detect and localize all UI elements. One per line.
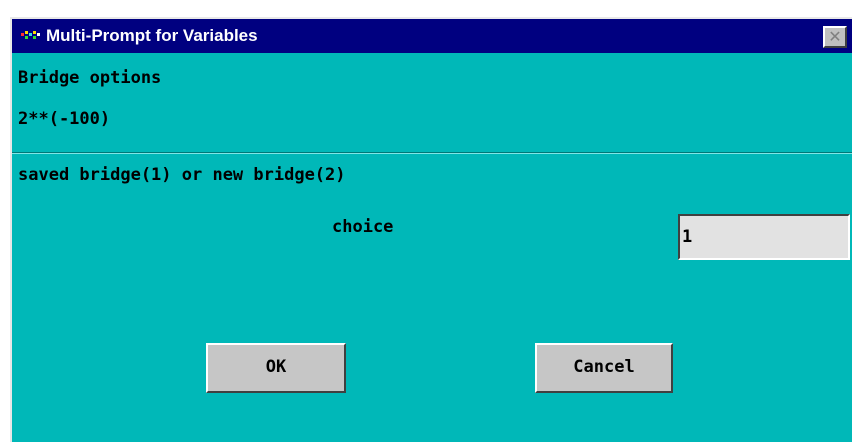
window-title: Multi-Prompt for Variables [46, 26, 258, 45]
cancel-button[interactable]: Cancel [535, 343, 673, 393]
section-heading: Bridge options [18, 68, 162, 88]
choice-input[interactable] [678, 214, 850, 260]
title-bar[interactable]: Multi-Prompt for Variables ✕ [12, 19, 852, 53]
choice-label: choice [332, 217, 394, 237]
prompt-question: saved bridge(1) or new bridge(2) [18, 165, 346, 185]
close-icon[interactable]: ✕ [823, 26, 847, 48]
divider [12, 152, 852, 154]
app-icon [20, 29, 42, 43]
section-subheading: 2**(-100) [18, 109, 111, 129]
ok-button[interactable]: OK [206, 343, 346, 393]
multi-prompt-dialog: Multi-Prompt for Variables ✕ Bridge opti… [10, 17, 852, 442]
